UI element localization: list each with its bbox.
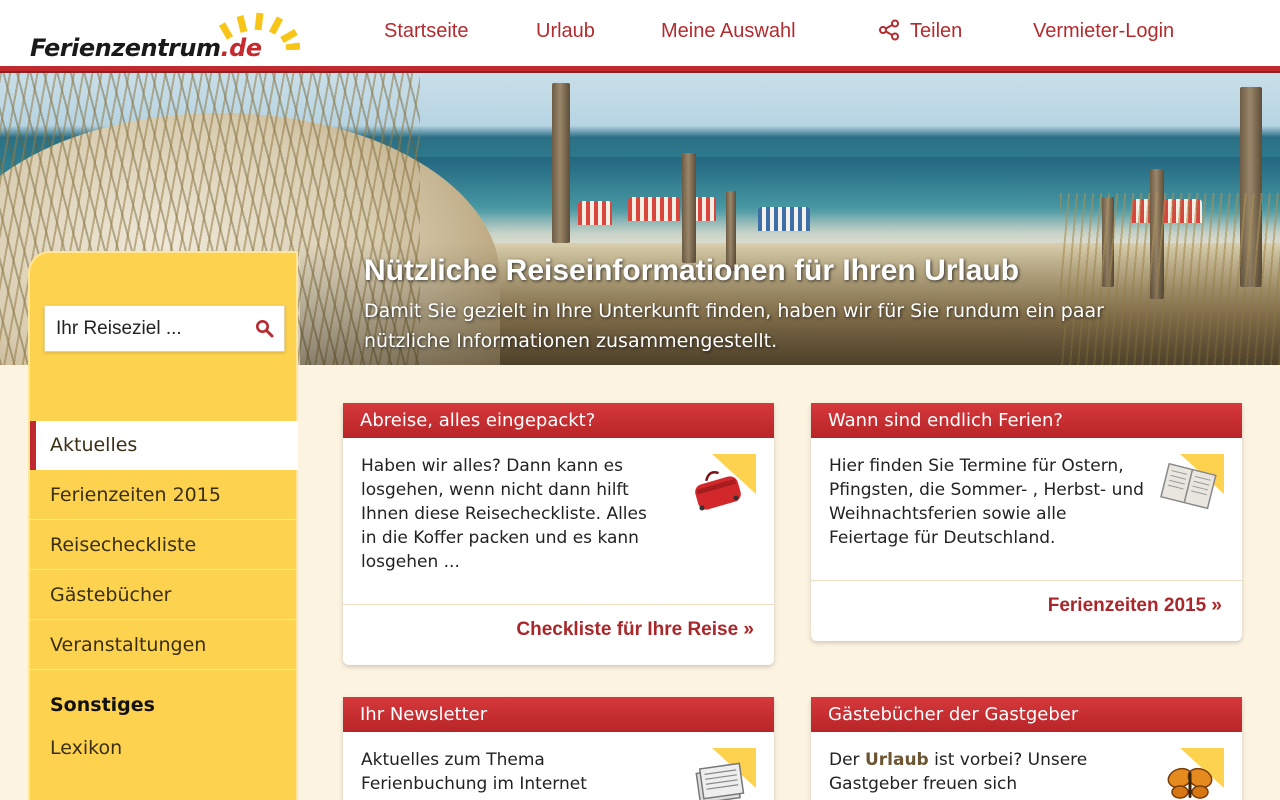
suitcase-icon — [695, 454, 756, 511]
card-newsletter: Ihr Newsletter Aktuelles zum Thema Ferie… — [343, 697, 774, 800]
site-logo[interactable]: Ferienzentrum.de — [30, 8, 300, 66]
nav-meine-auswahl[interactable]: Meine Auswahl — [661, 20, 796, 48]
sidebar: Aktuelles Ferienzeiten 2015 Reisecheckli… — [28, 251, 298, 800]
sidebar-item-gaestebuecher[interactable]: Gästebücher — [30, 571, 298, 620]
checkliste-link[interactable]: Checkliste für Ihre Reise » — [516, 619, 754, 641]
card-ferien-title: Wann sind endlich Ferien? — [811, 403, 1242, 438]
card-abreise-text: Haben wir alles? Dann kann es losgehen, … — [361, 456, 647, 572]
search-icon[interactable] — [255, 319, 275, 339]
search-input[interactable] — [45, 306, 245, 351]
card-gaestebuecher: Gästebücher der Gastgeber Der Urlaub ist… — [811, 697, 1242, 800]
card-gaestebuecher-text: Der Urlaub ist vorbei? Unsere Gastgeber … — [829, 750, 1088, 794]
header-divider-bar — [0, 66, 1280, 73]
sidebar-item-veranstaltungen[interactable]: Veranstaltungen — [30, 621, 298, 670]
card-ferien: Wann sind endlich Ferien? Hier finden Si… — [811, 403, 1242, 641]
card-newsletter-title: Ihr Newsletter — [343, 697, 774, 732]
card-gaestebuecher-title: Gästebücher der Gastgeber — [811, 697, 1242, 732]
urlaub-highlight[interactable]: Urlaub — [865, 750, 929, 770]
share-icon — [879, 19, 899, 41]
card-abreise: Abreise, alles eingepackt? Haben wir all… — [343, 403, 774, 665]
sidebar-heading-sonstiges: Sonstiges — [50, 694, 155, 716]
butterfly-icon — [1167, 748, 1224, 799]
nav-teilen-label: Teilen — [910, 20, 963, 42]
sidebar-item-reisecheckliste[interactable]: Reisecheckliste — [30, 521, 298, 570]
nav-startseite[interactable]: Startseite — [384, 20, 468, 48]
newspaper-icon — [695, 748, 756, 800]
ferienzeiten-link[interactable]: Ferienzeiten 2015 » — [1048, 595, 1222, 617]
nav-urlaub[interactable]: Urlaub — [536, 20, 595, 48]
sidebar-item-lexikon[interactable]: Lexikon — [50, 737, 122, 759]
sidebar-item-aktuelles[interactable]: Aktuelles — [30, 421, 298, 470]
card-ferien-text: Hier finden Sie Termine für Ostern, Pfin… — [829, 456, 1144, 548]
hero-title: Nützliche Reiseinformationen für Ihren U… — [364, 254, 1020, 287]
hero-subtitle: Damit Sie gezielt in Ihre Unterkunft fin… — [364, 300, 1104, 352]
card-abreise-title: Abreise, alles eingepackt? — [343, 403, 774, 438]
site-header: Ferienzentrum.de Startseite Urlaub Meine… — [0, 0, 1280, 66]
nav-vermieter-login[interactable]: Vermieter-Login — [1033, 20, 1174, 48]
nav-teilen[interactable]: Teilen — [878, 19, 963, 48]
card-newsletter-text: Aktuelles zum Thema Ferienbuchung im Int… — [361, 750, 587, 794]
logo-text: Ferienzentrum — [30, 34, 221, 62]
book-icon — [1160, 454, 1224, 510]
search-box — [44, 305, 285, 352]
sidebar-item-ferienzeiten[interactable]: Ferienzeiten 2015 — [30, 471, 298, 520]
logo-tld: .de — [220, 34, 262, 62]
